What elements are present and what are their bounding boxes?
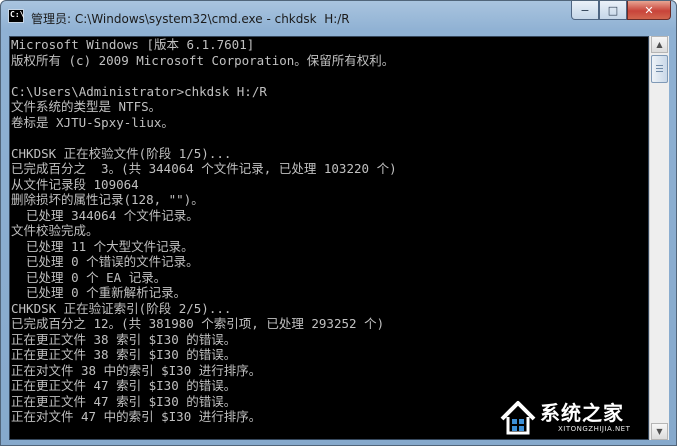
console-line: 正在对文件 38 中的索引 $I30 进行排序。: [11, 362, 262, 378]
close-button[interactable]: ✕: [627, 1, 671, 20]
console-line: 版权所有 (c) 2009 Microsoft Corporation。保留所有…: [11, 52, 395, 68]
console-line: Microsoft Windows [版本 6.1.7601]: [11, 37, 255, 52]
console-line: 已完成百分之 12。(共 381980 个索引项, 已处理 293252 个): [11, 316, 385, 331]
console-line: 已处理 0 个错误的文件记录。: [11, 254, 199, 269]
title-bar[interactable]: C:\ 管理员: C:\Windows\system32\cmd.exe - c…: [1, 1, 676, 35]
console-line: 正在更正文件 38 索引 $I30 的错误。: [11, 331, 237, 347]
scroll-up-button[interactable]: ▲: [651, 36, 668, 53]
arrow-up-icon: ▲: [656, 40, 663, 49]
window-title: 管理员: C:\Windows\system32\cmd.exe - chkds…: [31, 12, 350, 26]
console-line: CHKDSK 正在验证索引(阶段 2/5)...: [11, 300, 232, 316]
console-lines: Microsoft Windows [版本 6.1.7601] 版权所有 (c) …: [11, 37, 397, 425]
scroll-thumb[interactable]: [651, 55, 668, 83]
console-line: 已处理 11 个大型文件记录。: [11, 238, 194, 254]
console-line: 从文件记录段 109064: [11, 176, 139, 192]
console-line: 已处理 0 个重新解析记录。: [11, 285, 187, 300]
console-line: 已完成百分之 3。(共 344064 个文件记录, 已处理 103220 个): [11, 161, 397, 176]
minimize-button[interactable]: −: [571, 1, 599, 20]
vertical-scrollbar[interactable]: ▲ ▼: [649, 36, 669, 440]
window-controls: − □ ✕: [571, 1, 671, 21]
console-line: 正在更正文件 47 索引 $I30 的错误。: [11, 378, 237, 393]
cmd-window: C:\ 管理员: C:\Windows\system32\cmd.exe - c…: [0, 0, 677, 446]
watermark-name: 系统之家: [540, 401, 624, 425]
console-line: 正在更正文件 47 索引 $I30 的错误。: [11, 393, 237, 409]
cmd-app-icon[interactable]: C:\: [8, 9, 24, 23]
house-logo-icon: [500, 401, 536, 435]
console-line: 正在对文件 47 中的索引 $I30 进行排序。: [11, 409, 262, 424]
console-line: 删除损坏的属性记录(128, "")。: [11, 192, 204, 207]
console-line: 已处理 0 个 EA 记录。: [11, 269, 167, 285]
console-line: 卷标是 XJTU-Spxy-liux。: [11, 114, 174, 130]
console-line: 已处理 344064 个文件记录。: [11, 207, 199, 223]
console-line: 文件系统的类型是 NTFS。: [11, 99, 162, 114]
app-icon-label: C:\: [10, 10, 25, 19]
console-line: CHKDSK 正在校验文件(阶段 1/5)...: [11, 145, 232, 161]
console-line: 文件校验完成。: [11, 223, 99, 238]
console-line: C:\Users\Administrator>chkdsk H:/R: [11, 83, 267, 99]
console-output[interactable]: Microsoft Windows [版本 6.1.7601] 版权所有 (c) …: [9, 36, 649, 440]
maximize-button[interactable]: □: [599, 1, 627, 20]
watermark-domain: XITONGZHIJIA.NET: [558, 425, 631, 433]
console-line: 正在更正文件 38 索引 $I30 的错误。: [11, 347, 237, 362]
watermark: 系统之家 XITONGZHIJIA.NET: [498, 395, 668, 441]
